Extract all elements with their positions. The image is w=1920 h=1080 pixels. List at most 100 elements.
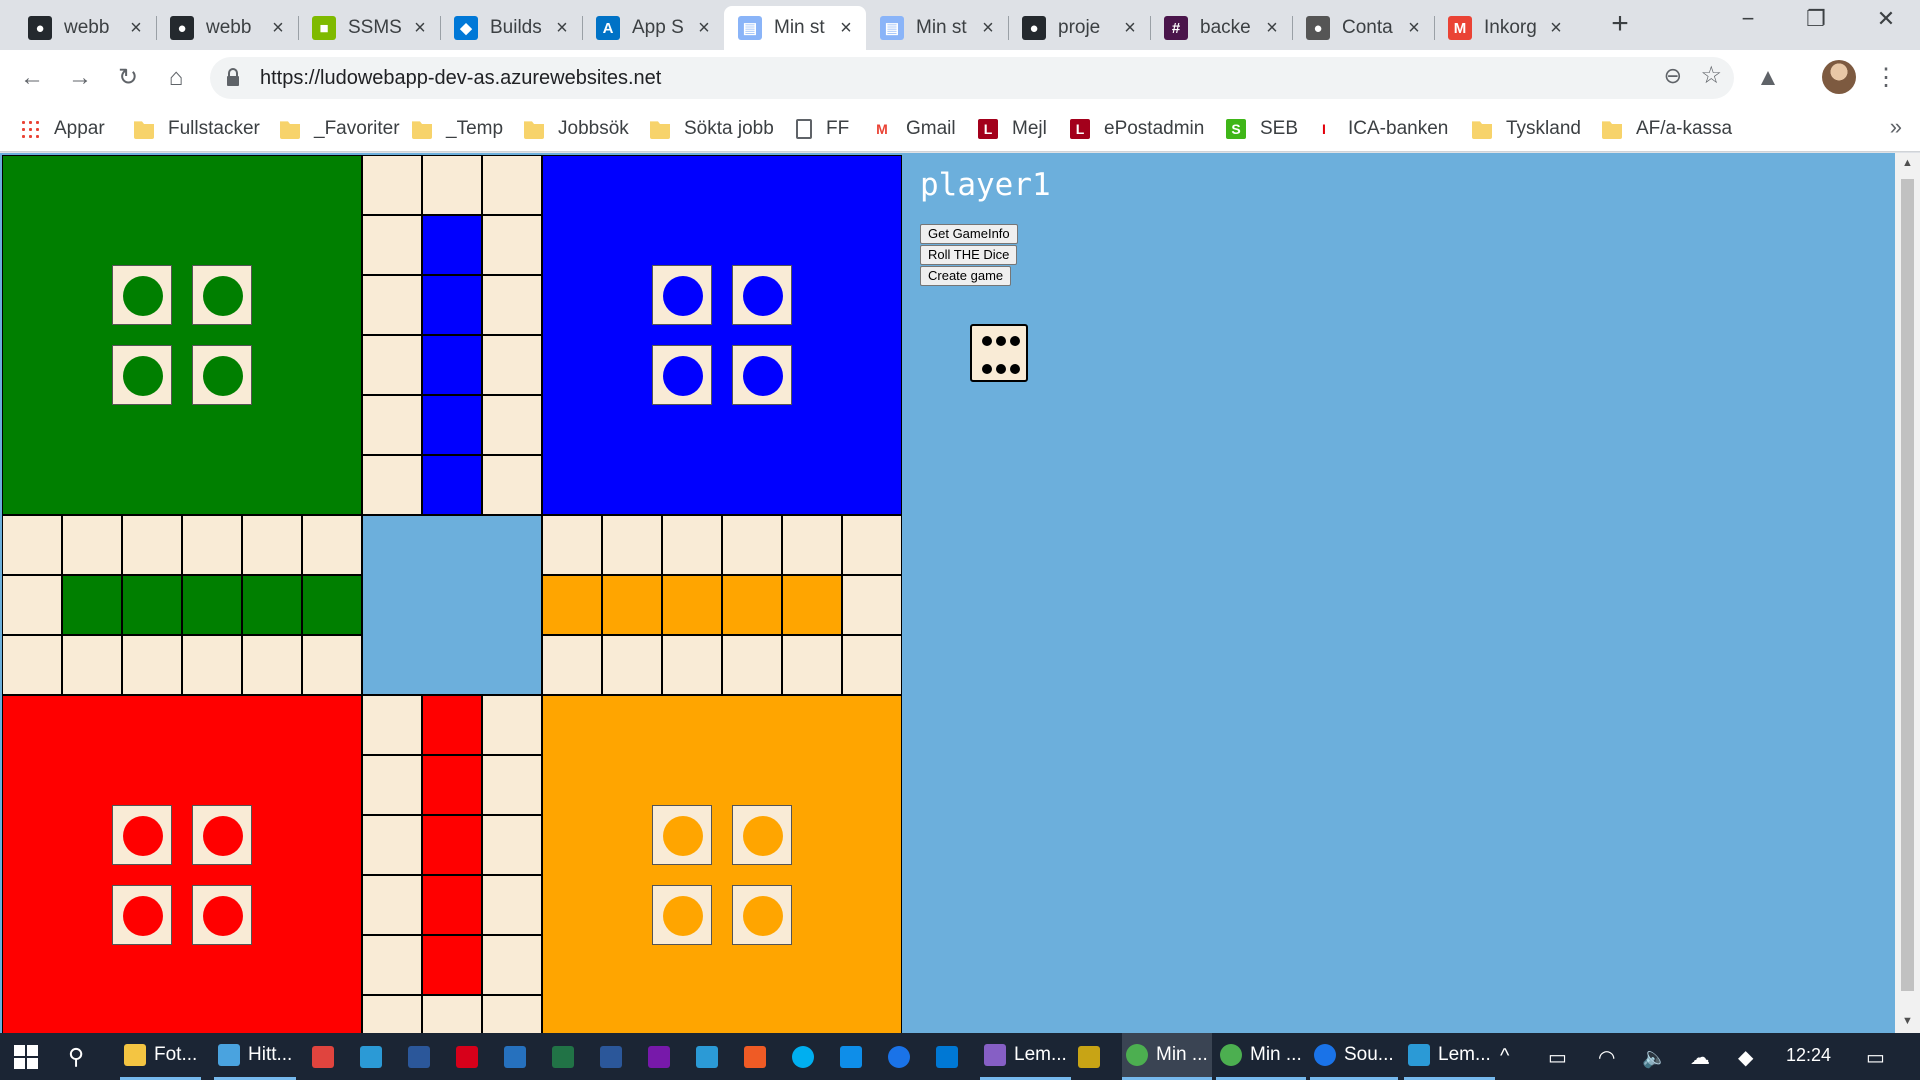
close-tab-icon[interactable]: × (1262, 17, 1282, 40)
taskbar-item[interactable] (932, 1033, 970, 1080)
close-window-icon[interactable]: ✕ (1862, 6, 1910, 38)
show-hidden-icons-icon[interactable]: ^ (1500, 1045, 1509, 1068)
get-gameinfo-button[interactable]: Get GameInfo (920, 224, 1018, 244)
browser-tab[interactable]: ■ SSMS × (298, 6, 440, 50)
notifications-icon[interactable]: ▭ (1866, 1045, 1885, 1070)
roll-dice-button[interactable]: Roll THE Dice (920, 245, 1018, 265)
bookmark-item[interactable]: _Temp (412, 114, 503, 144)
browser-tab[interactable]: ● webb × (156, 6, 298, 50)
taskbar-item[interactable] (788, 1033, 826, 1080)
taskbar-item[interactable]: Hitt... (214, 1033, 297, 1080)
create-game-button[interactable]: Create game (920, 266, 1012, 286)
blue-pawn[interactable] (663, 356, 703, 396)
bookmark-item[interactable]: AF/a-kassa (1602, 114, 1732, 144)
close-tab-icon[interactable]: × (410, 17, 430, 40)
taskbar-item[interactable] (740, 1033, 778, 1080)
close-tab-icon[interactable]: × (978, 17, 998, 40)
minimize-icon[interactable]: − (1724, 6, 1772, 38)
green-pawn[interactable] (123, 356, 163, 396)
bookmark-item[interactable]: M Gmail (872, 114, 956, 144)
restore-icon[interactable]: ❐ (1792, 6, 1840, 38)
taskbar-item[interactable] (356, 1033, 394, 1080)
windows-start-icon[interactable] (14, 1033, 38, 1080)
bookmark-item[interactable]: Fullstacker (134, 114, 260, 144)
taskbar-item[interactable]: Lem... (980, 1033, 1071, 1080)
bookmarks-more-icon[interactable]: » (1890, 114, 1902, 140)
scroll-down-icon[interactable]: ▼ (1902, 1015, 1913, 1027)
menu-icon[interactable]: ⋮ (1870, 62, 1902, 94)
taskbar-item[interactable]: Min ... (1122, 1033, 1212, 1080)
green-pawn[interactable] (123, 276, 163, 316)
red-pawn[interactable] (203, 816, 243, 856)
taskbar-item[interactable] (548, 1033, 586, 1080)
scroll-thumb[interactable] (1901, 179, 1914, 991)
taskbar-item[interactable] (692, 1033, 730, 1080)
orange-pawn[interactable] (663, 896, 703, 936)
taskbar-item[interactable] (452, 1033, 490, 1080)
taskbar-item[interactable]: Min ... (1216, 1033, 1306, 1080)
taskbar-item[interactable] (884, 1033, 922, 1080)
close-tab-icon[interactable]: × (126, 17, 146, 40)
bookmark-star-icon[interactable]: ☆ (1700, 61, 1722, 90)
browser-tab[interactable]: M Inkorg × (1434, 6, 1576, 50)
forward-button[interactable]: → (64, 62, 96, 94)
browser-tab[interactable]: ▤ Min st × (724, 6, 866, 50)
taskbar-item[interactable] (308, 1033, 346, 1080)
scrollbar[interactable]: ▲ ▼ (1895, 153, 1920, 1033)
bookmark-item[interactable]: I ICA-banken (1314, 114, 1448, 144)
bookmark-item[interactable]: FF (796, 114, 849, 144)
orange-pawn[interactable] (743, 816, 783, 856)
taskbar-item[interactable]: Fot... (120, 1033, 202, 1080)
bookmark-item[interactable]: Jobbsök (524, 114, 629, 144)
dropbox-icon[interactable]: ◆ (1738, 1045, 1753, 1070)
taskbar-item[interactable] (596, 1033, 634, 1080)
browser-tab[interactable]: A App S × (582, 6, 724, 50)
taskbar-item[interactable]: Lem... (1404, 1033, 1495, 1080)
red-pawn[interactable] (123, 896, 163, 936)
wifi-icon[interactable]: ◠ (1598, 1045, 1615, 1070)
taskbar-item[interactable]: Sou... (1310, 1033, 1398, 1080)
profile-avatar[interactable] (1822, 60, 1856, 94)
bookmark-item[interactable]: Sökta jobb (650, 114, 774, 144)
battery-icon[interactable]: ▭ (1548, 1045, 1567, 1070)
close-tab-icon[interactable]: × (1546, 17, 1566, 40)
address-bar[interactable]: https://ludowebapp-dev-as.azurewebsites.… (210, 57, 1734, 99)
blue-pawn[interactable] (743, 276, 783, 316)
home-button[interactable]: ⌂ (160, 62, 192, 94)
bookmark-item[interactable]: Tyskland (1472, 114, 1581, 144)
red-pawn[interactable] (203, 896, 243, 936)
close-tab-icon[interactable]: × (1404, 17, 1424, 40)
close-tab-icon[interactable]: × (268, 17, 288, 40)
clock[interactable]: 12:24 (1786, 1045, 1831, 1066)
dice[interactable] (970, 324, 1028, 382)
search-icon[interactable]: ⚲ (68, 1033, 84, 1080)
green-pawn[interactable] (203, 276, 243, 316)
browser-tab[interactable]: ● Conta × (1292, 6, 1434, 50)
zoom-icon[interactable]: ⊖ (1664, 63, 1682, 89)
onedrive-icon[interactable]: ☁ (1690, 1045, 1710, 1070)
browser-tab[interactable]: ◆ Builds × (440, 6, 582, 50)
browser-tab[interactable]: ▤ Min st × (866, 6, 1008, 50)
green-pawn[interactable] (203, 356, 243, 396)
back-button[interactable]: ← (16, 62, 48, 94)
close-tab-icon[interactable]: × (552, 17, 572, 40)
orange-pawn[interactable] (663, 816, 703, 856)
bookmark-item[interactable]: S SEB (1226, 114, 1298, 144)
browser-tab[interactable]: ● proje × (1008, 6, 1150, 50)
orange-pawn[interactable] (743, 896, 783, 936)
bookmark-item[interactable]: L Mejl (978, 114, 1047, 144)
bookmark-item[interactable]: _Favoriter (280, 114, 400, 144)
volume-muted-icon[interactable]: 🔈 (1642, 1045, 1667, 1070)
taskbar-item[interactable] (644, 1033, 682, 1080)
bookmark-item[interactable]: Appar (20, 114, 105, 144)
scroll-up-icon[interactable]: ▲ (1902, 157, 1913, 169)
browser-tab[interactable]: # backe × (1150, 6, 1292, 50)
close-tab-icon[interactable]: × (836, 17, 856, 40)
drive-extension-icon[interactable]: ▲ (1752, 62, 1784, 94)
red-pawn[interactable] (123, 816, 163, 856)
taskbar-item[interactable] (836, 1033, 874, 1080)
blue-pawn[interactable] (663, 276, 703, 316)
close-tab-icon[interactable]: × (694, 17, 714, 40)
taskbar-item[interactable] (404, 1033, 442, 1080)
blue-pawn[interactable] (743, 356, 783, 396)
